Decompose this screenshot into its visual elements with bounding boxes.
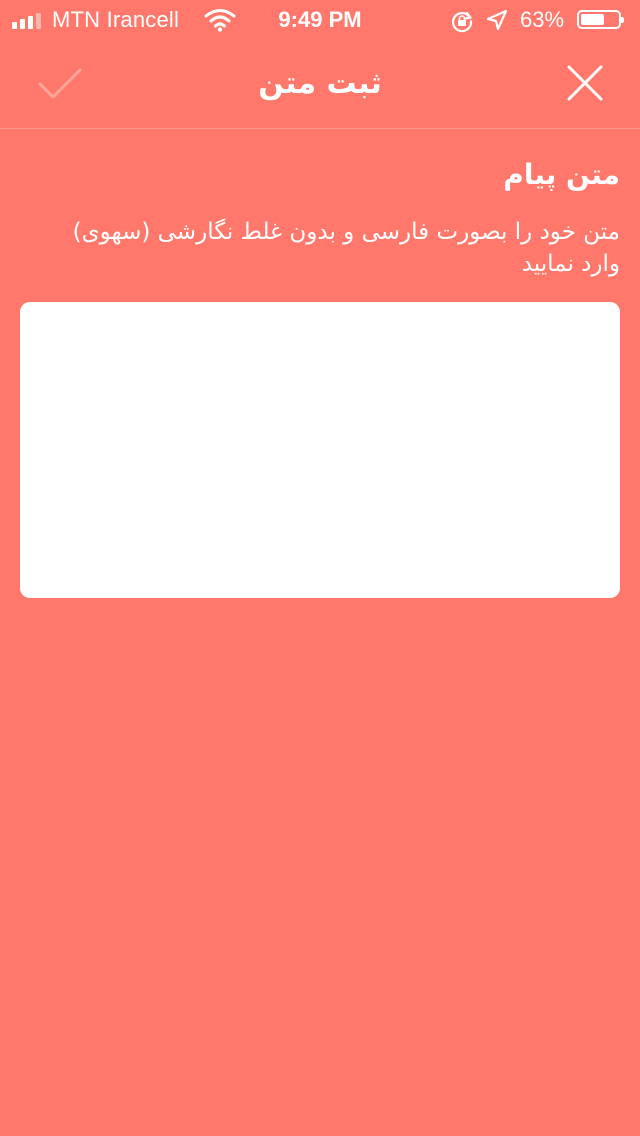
battery-level (581, 14, 604, 25)
message-textarea[interactable] (20, 302, 620, 598)
page-title: ثبت متن (258, 66, 382, 101)
battery-icon (577, 10, 624, 29)
battery-percent: 63% (520, 7, 565, 32)
close-icon (566, 65, 604, 106)
status-bar: MTN Irancell 9:49 PM 63% (0, 0, 640, 40)
hint-text: متن خود را بصورت فارسی و بدون غلط نگارشی… (72, 219, 620, 277)
section-title: متن پیام (503, 158, 620, 191)
location-arrow-icon (486, 9, 508, 37)
navigation-bar: ثبت متن (0, 40, 640, 129)
close-button[interactable] (566, 64, 604, 102)
rotation-lock-icon (450, 9, 474, 39)
